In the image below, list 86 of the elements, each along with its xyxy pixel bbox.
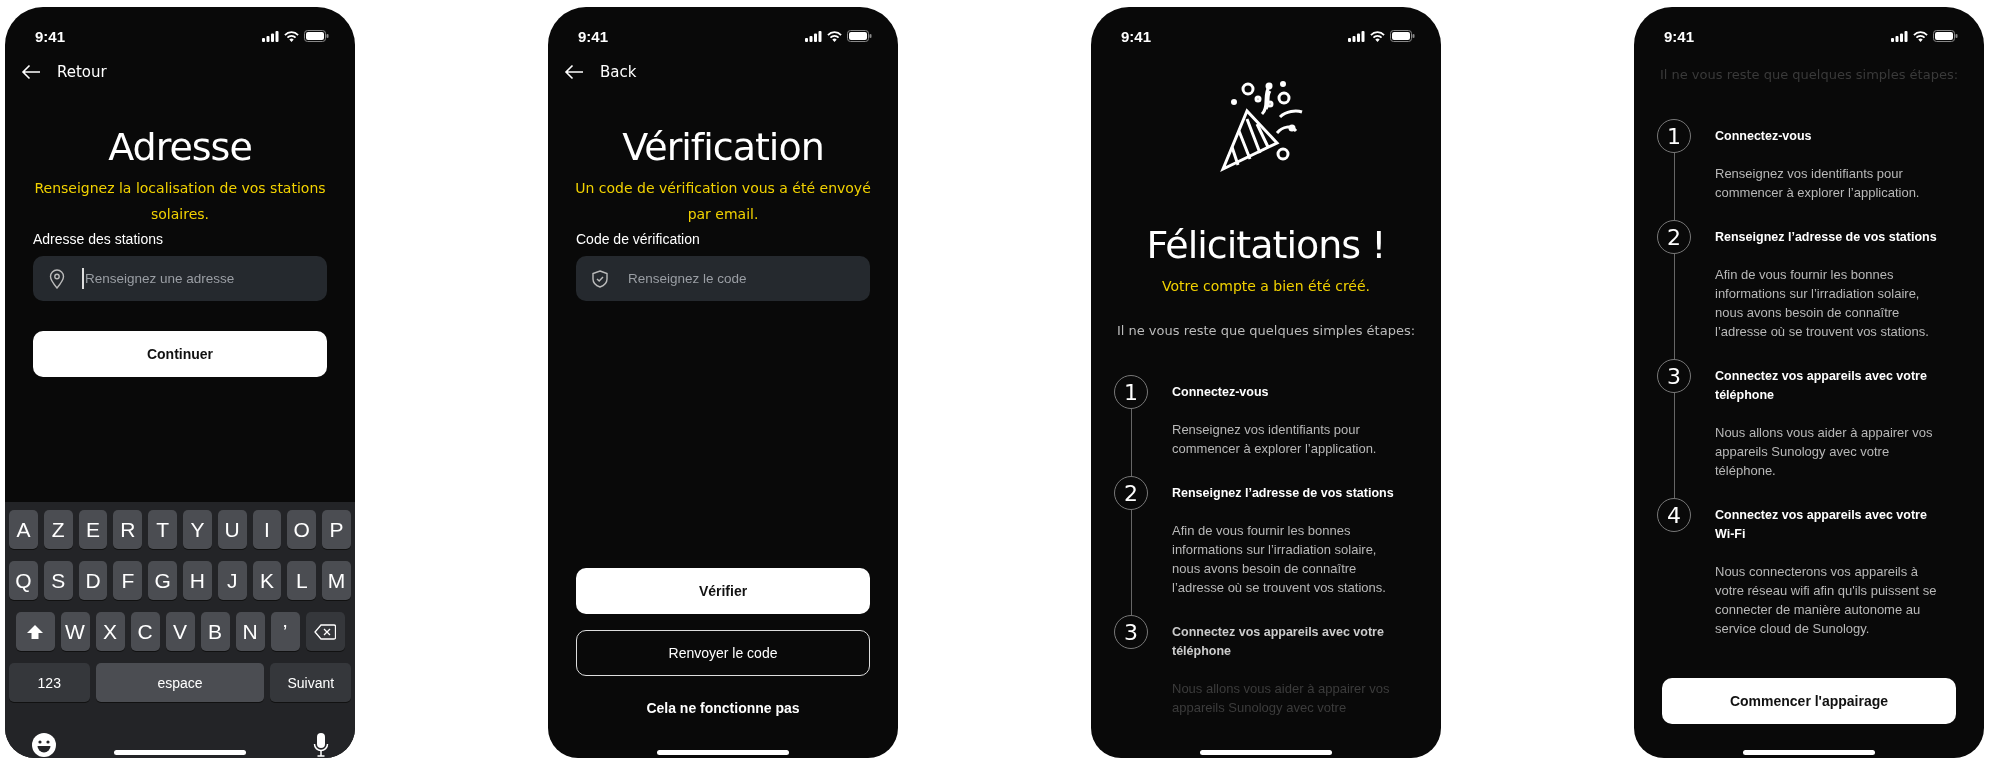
back-button[interactable]: Back (564, 63, 637, 81)
screen-subtitle: Renseignez la localisation de vos stations solaires. (33, 179, 327, 224)
back-arrow-icon (21, 64, 41, 80)
wifi-icon (827, 30, 842, 42)
keyboard-key[interactable]: 123 (9, 663, 90, 702)
input-field[interactable]: Renseignez une adresse (33, 256, 327, 301)
keyboard-key[interactable]: ’ (270, 612, 300, 651)
space-key[interactable]: espace (95, 663, 265, 702)
wifi-icon (1913, 30, 1928, 42)
battery-icon (1390, 30, 1415, 42)
help-link[interactable]: Cela ne fonctionne pas (646, 692, 800, 724)
backspace-icon (314, 623, 336, 640)
keyboard-key[interactable]: C (130, 612, 160, 651)
step-title: Connectez-vous (1715, 128, 1813, 145)
status-time: 9:41 (1664, 27, 1695, 45)
shift-key[interactable] (15, 612, 55, 651)
delete-key[interactable] (305, 612, 345, 651)
screen-title: Vérification (621, 125, 825, 169)
keyboard-key[interactable]: A (9, 510, 38, 549)
battery-icon (1933, 30, 1958, 42)
wifi-icon (284, 30, 299, 42)
screen-title: Adresse (107, 125, 253, 169)
keyboard-key[interactable]: M (322, 561, 351, 600)
screen-subtitle: Un code de vérification vous a été envoyé par email. (574, 179, 872, 224)
step-title: Connectez-vous (1172, 384, 1270, 401)
keyboard-key[interactable]: I (252, 510, 282, 549)
keyboard-key[interactable]: U (217, 510, 247, 549)
keyboard-key[interactable]: G (148, 561, 177, 600)
keyboard-key[interactable]: D (78, 561, 108, 600)
keyboard-key[interactable]: R (113, 510, 143, 549)
keyboard-key[interactable]: J (217, 561, 247, 600)
step-description: Nous connecterons vos appareils à votre réseau wifi afin qu'ils puissent se connecter de manière autonome au service cloud de Sunology. (1715, 563, 1938, 638)
status-time: 9:41 (578, 27, 609, 45)
keyboard-key[interactable]: B (200, 612, 230, 651)
signal-icon (805, 30, 822, 42)
step-description: Afin de vous fournir les bonnes informations sur l’irradiation solaire, nous avons besoin de connaître l’adresse où se trouvent vos stations. (1715, 266, 1930, 341)
status-time: 9:41 (1121, 27, 1152, 45)
wifi-icon (1370, 30, 1385, 42)
keyboard-key[interactable]: S (43, 561, 73, 600)
keyboard-key[interactable]: W (60, 612, 90, 651)
keyboard-key[interactable]: N (235, 612, 265, 651)
screen-subtitle: Votre compte a bien été créé. (1160, 277, 1372, 296)
step-title: Renseignez l’adresse de vos stations (1715, 229, 1938, 246)
keyboard-key[interactable]: H (183, 561, 212, 600)
keyboard-key[interactable]: X (95, 612, 125, 651)
intro-text: Il ne vous reste que quelques simples étapes: (1115, 323, 1417, 338)
step-title: Renseignez l’adresse de vos stations (1172, 485, 1395, 502)
shield-check-icon (592, 269, 608, 288)
step-title: Connectez vos appareils avec votre téléphone (1715, 368, 1928, 404)
input-field[interactable]: Renseignez le code (576, 256, 870, 301)
battery-icon (847, 30, 872, 42)
step-description: Renseignez vos identifiants pour commencer à explorer l’application. (1715, 165, 1921, 202)
battery-icon (304, 30, 329, 42)
back-arrow-icon (564, 64, 584, 80)
step-title: Connectez vos appareils avec votre téléphone (1172, 624, 1385, 660)
keyboard-key[interactable]: V (165, 612, 195, 651)
keyboard-key[interactable]: K (252, 561, 282, 600)
keyboard-key[interactable]: L (287, 561, 317, 600)
action-button[interactable]: Continuer (33, 331, 327, 377)
keyboard-key[interactable]: T (148, 510, 177, 549)
signal-icon (1348, 30, 1365, 42)
step-description: Afin de vous fournir les bonnes informations sur l’irradiation solaire, nous avons besoin de connaître l’adresse où se trouvent vos stations. (1172, 522, 1387, 597)
action-button[interactable]: Commencer l'appairage (1662, 678, 1956, 724)
keyboard-key[interactable]: Q (9, 561, 38, 600)
screen-title: Félicitations ! (1145, 223, 1387, 267)
keyboard-key[interactable]: O (287, 510, 317, 549)
keyboard-key[interactable]: F (113, 561, 143, 600)
keyboard-key[interactable]: E (78, 510, 108, 549)
action-button[interactable]: Renvoyer le code (576, 630, 870, 676)
microphone-icon (313, 732, 329, 758)
keyboard-key[interactable]: Z (43, 510, 73, 549)
keyboard-key[interactable]: Suivant (270, 663, 351, 702)
step-title: Connectez vos appareils avec votre Wi-Fi (1715, 507, 1928, 543)
status-time: 9:41 (35, 27, 66, 45)
keyboard-key[interactable]: Y (183, 510, 212, 549)
signal-icon (262, 30, 279, 42)
field-label: Adresse des stations (33, 231, 164, 247)
back-button[interactable]: Retour (21, 63, 107, 81)
signal-icon (1891, 30, 1908, 42)
action-button[interactable]: Vérifier (576, 568, 870, 614)
step-description: Renseignez vos identifiants pour commencer à explorer l’application. (1172, 421, 1378, 458)
field-label: Code de vérification (576, 231, 701, 247)
location-pin-icon (49, 268, 65, 289)
step-description: Nous allons vous aider à appairer vos appareils Sunology avec votre téléphone. (1715, 424, 1934, 480)
shift-arrow-icon (26, 623, 44, 640)
keyboard-key[interactable]: P (322, 510, 351, 549)
